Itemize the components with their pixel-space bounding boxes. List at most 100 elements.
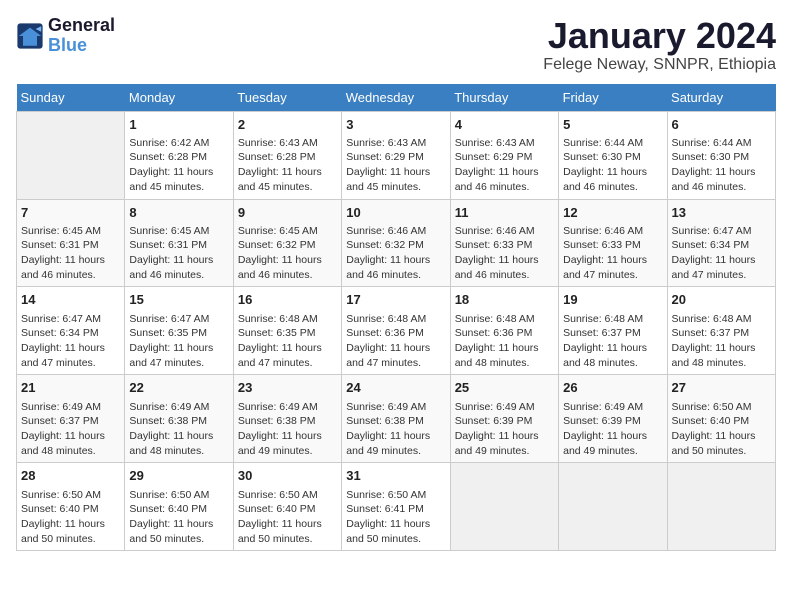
day-number: 7 xyxy=(21,204,120,222)
calendar-cell: 5Sunrise: 6:44 AM Sunset: 6:30 PM Daylig… xyxy=(559,111,667,199)
calendar-cell: 26 Sunrise: 6:49 AM Sunset: 6:39 PM Dayli… xyxy=(559,375,667,463)
day-detail: Sunrise: 6:49 AM Sunset: 6:39 PM Dayligh… xyxy=(455,400,554,459)
day-detail: Sunrise: 6:48 AM Sunset: 6:35 PM Dayligh… xyxy=(238,312,337,371)
calendar-cell: 23Sunrise: 6:49 AM Sunset: 6:38 PM Dayli… xyxy=(233,375,341,463)
day-detail: Sunrise: 6:50 AM Sunset: 6:40 PM Dayligh… xyxy=(672,400,771,459)
calendar-cell: 22 Sunrise: 6:49 AM Sunset: 6:38 PM Dayli… xyxy=(125,375,233,463)
calendar-week-row: 14 Sunrise: 6:47 AM Sunset: 6:34 PM Dayli… xyxy=(17,287,776,375)
day-detail: Sunrise: 6:46 AM Sunset: 6:32 PM Dayligh… xyxy=(346,224,445,283)
day-detail: Sunrise: 6:42 AM Sunset: 6:28 PM Dayligh… xyxy=(129,136,228,195)
day-number: 24 xyxy=(346,379,445,397)
day-detail: Sunrise: 6:47 AM Sunset: 6:34 PM Dayligh… xyxy=(21,312,120,371)
day-detail: Sunrise: 6:44 AM Sunset: 6:30 PM Dayligh… xyxy=(672,136,771,195)
day-number: 13 xyxy=(672,204,771,222)
calendar-header: SundayMondayTuesdayWednesdayThursdayFrid… xyxy=(17,84,776,112)
day-detail: Sunrise: 6:45 AM Sunset: 6:31 PM Dayligh… xyxy=(129,224,228,283)
calendar-cell: 15 Sunrise: 6:47 AM Sunset: 6:35 PM Dayli… xyxy=(125,287,233,375)
logo-line2: Blue xyxy=(48,36,115,56)
day-detail: Sunrise: 6:48 AM Sunset: 6:36 PM Dayligh… xyxy=(346,312,445,371)
day-number: 16 xyxy=(238,291,337,309)
day-number: 18 xyxy=(455,291,554,309)
day-detail: Sunrise: 6:46 AM Sunset: 6:33 PM Dayligh… xyxy=(455,224,554,283)
day-number: 2 xyxy=(238,116,337,134)
day-detail: Sunrise: 6:50 AM Sunset: 6:40 PM Dayligh… xyxy=(129,488,228,547)
day-detail: Sunrise: 6:44 AM Sunset: 6:30 PM Dayligh… xyxy=(563,136,662,195)
day-number: 12 xyxy=(563,204,662,222)
logo-icon xyxy=(16,22,44,50)
calendar-cell: 8 Sunrise: 6:45 AM Sunset: 6:31 PM Daylig… xyxy=(125,199,233,287)
day-number: 22 xyxy=(129,379,228,397)
calendar-cell: 31 Sunrise: 6:50 AM Sunset: 6:41 PM Dayli… xyxy=(342,463,450,551)
calendar-cell xyxy=(17,111,125,199)
calendar-cell: 19 Sunrise: 6:48 AM Sunset: 6:37 PM Dayli… xyxy=(559,287,667,375)
calendar-subtitle: Felege Neway, SNNPR, Ethiopia xyxy=(543,56,776,74)
day-detail: Sunrise: 6:49 AM Sunset: 6:38 PM Dayligh… xyxy=(346,400,445,459)
day-number: 25 xyxy=(455,379,554,397)
day-number: 3 xyxy=(346,116,445,134)
calendar-cell: 28 Sunrise: 6:50 AM Sunset: 6:40 PM Dayli… xyxy=(17,463,125,551)
day-number: 26 xyxy=(563,379,662,397)
calendar-cell: 14 Sunrise: 6:47 AM Sunset: 6:34 PM Dayli… xyxy=(17,287,125,375)
logo: General Blue xyxy=(16,16,115,56)
calendar-cell: 6 Sunrise: 6:44 AM Sunset: 6:30 PM Daylig… xyxy=(667,111,775,199)
day-detail: Sunrise: 6:50 AM Sunset: 6:40 PM Dayligh… xyxy=(21,488,120,547)
day-number: 11 xyxy=(455,204,554,222)
calendar-cell: 7 Sunrise: 6:45 AM Sunset: 6:31 PM Daylig… xyxy=(17,199,125,287)
calendar-body: 1 Sunrise: 6:42 AM Sunset: 6:28 PM Daylig… xyxy=(17,111,776,551)
day-number: 9 xyxy=(238,204,337,222)
day-detail: Sunrise: 6:43 AM Sunset: 6:29 PM Dayligh… xyxy=(455,136,554,195)
calendar-cell: 21 Sunrise: 6:49 AM Sunset: 6:37 PM Dayli… xyxy=(17,375,125,463)
day-detail: Sunrise: 6:50 AM Sunset: 6:41 PM Dayligh… xyxy=(346,488,445,547)
day-number: 28 xyxy=(21,467,120,485)
calendar-cell: 18 Sunrise: 6:48 AM Sunset: 6:36 PM Dayli… xyxy=(450,287,558,375)
day-number: 20 xyxy=(672,291,771,309)
day-number: 30 xyxy=(238,467,337,485)
day-number: 14 xyxy=(21,291,120,309)
day-detail: Sunrise: 6:45 AM Sunset: 6:31 PM Dayligh… xyxy=(21,224,120,283)
day-number: 19 xyxy=(563,291,662,309)
header-day: Wednesday xyxy=(342,84,450,112)
day-number: 15 xyxy=(129,291,228,309)
day-detail: Sunrise: 6:48 AM Sunset: 6:37 PM Dayligh… xyxy=(563,312,662,371)
day-number: 6 xyxy=(672,116,771,134)
day-number: 17 xyxy=(346,291,445,309)
day-detail: Sunrise: 6:50 AM Sunset: 6:40 PM Dayligh… xyxy=(238,488,337,547)
calendar-cell: 20 Sunrise: 6:48 AM Sunset: 6:37 PM Dayli… xyxy=(667,287,775,375)
header-day: Thursday xyxy=(450,84,558,112)
day-detail: Sunrise: 6:48 AM Sunset: 6:37 PM Dayligh… xyxy=(672,312,771,371)
logo-line1: General xyxy=(48,16,115,36)
calendar-cell: 25 Sunrise: 6:49 AM Sunset: 6:39 PM Dayli… xyxy=(450,375,558,463)
day-detail: Sunrise: 6:43 AM Sunset: 6:28 PM Dayligh… xyxy=(238,136,337,195)
day-number: 8 xyxy=(129,204,228,222)
calendar-cell: 2 Sunrise: 6:43 AM Sunset: 6:28 PM Daylig… xyxy=(233,111,341,199)
day-detail: Sunrise: 6:49 AM Sunset: 6:38 PM Dayligh… xyxy=(129,400,228,459)
day-number: 1 xyxy=(129,116,228,134)
calendar-week-row: 28 Sunrise: 6:50 AM Sunset: 6:40 PM Dayli… xyxy=(17,463,776,551)
day-number: 21 xyxy=(21,379,120,397)
day-number: 29 xyxy=(129,467,228,485)
calendar-week-row: 7 Sunrise: 6:45 AM Sunset: 6:31 PM Daylig… xyxy=(17,199,776,287)
calendar-cell xyxy=(667,463,775,551)
calendar-cell: 24 Sunrise: 6:49 AM Sunset: 6:38 PM Dayli… xyxy=(342,375,450,463)
day-number: 23 xyxy=(238,379,337,397)
calendar-week-row: 21 Sunrise: 6:49 AM Sunset: 6:37 PM Dayli… xyxy=(17,375,776,463)
day-number: 10 xyxy=(346,204,445,222)
day-detail: Sunrise: 6:48 AM Sunset: 6:36 PM Dayligh… xyxy=(455,312,554,371)
title-block: January 2024 Felege Neway, SNNPR, Ethiop… xyxy=(543,16,776,74)
day-detail: Sunrise: 6:47 AM Sunset: 6:35 PM Dayligh… xyxy=(129,312,228,371)
calendar-cell: 27 Sunrise: 6:50 AM Sunset: 6:40 PM Dayli… xyxy=(667,375,775,463)
header-day: Sunday xyxy=(17,84,125,112)
calendar-cell: 12Sunrise: 6:46 AM Sunset: 6:33 PM Dayli… xyxy=(559,199,667,287)
day-detail: Sunrise: 6:43 AM Sunset: 6:29 PM Dayligh… xyxy=(346,136,445,195)
calendar-title: January 2024 xyxy=(543,16,776,56)
day-detail: Sunrise: 6:49 AM Sunset: 6:39 PM Dayligh… xyxy=(563,400,662,459)
day-number: 27 xyxy=(672,379,771,397)
calendar-cell: 3 Sunrise: 6:43 AM Sunset: 6:29 PM Daylig… xyxy=(342,111,450,199)
calendar-cell: 16 Sunrise: 6:48 AM Sunset: 6:35 PM Dayli… xyxy=(233,287,341,375)
day-detail: Sunrise: 6:47 AM Sunset: 6:34 PM Dayligh… xyxy=(672,224,771,283)
day-number: 31 xyxy=(346,467,445,485)
calendar-cell: 10 Sunrise: 6:46 AM Sunset: 6:32 PM Dayli… xyxy=(342,199,450,287)
header-day: Tuesday xyxy=(233,84,341,112)
header-day: Friday xyxy=(559,84,667,112)
day-detail: Sunrise: 6:49 AM Sunset: 6:37 PM Dayligh… xyxy=(21,400,120,459)
